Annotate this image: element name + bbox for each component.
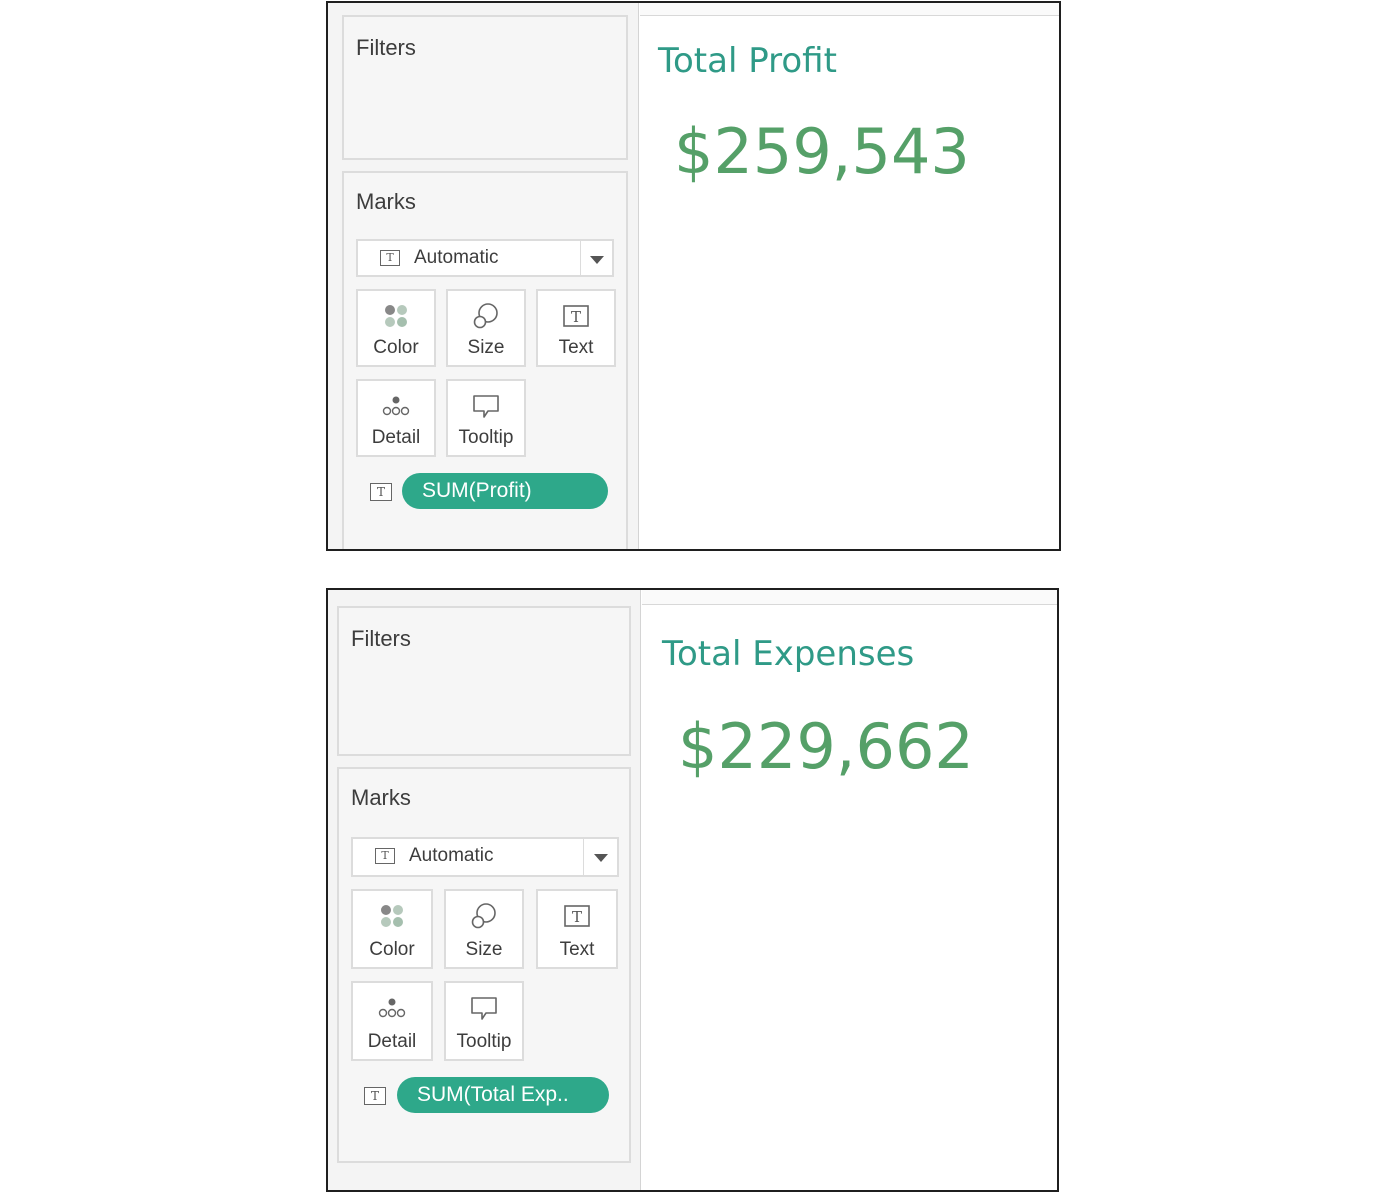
dropdown-divider	[583, 839, 584, 875]
view-area: Total Profit $259,543	[640, 3, 1059, 549]
text-label: Text	[559, 939, 595, 960]
size-circles-icon	[473, 303, 498, 329]
mark-type-label: Automatic	[414, 247, 499, 268]
sum-total-expenses-pill[interactable]: SUM(Total Exp..	[397, 1077, 609, 1113]
filters-card[interactable]: Filters	[342, 15, 628, 160]
size-button[interactable]: Size	[444, 889, 524, 969]
detail-dots-icon	[378, 998, 406, 1018]
filters-title: Filters	[356, 35, 416, 60]
marks-title: Marks	[356, 189, 416, 214]
expenses-screenshot: Filters Marks T Automatic Color Size T T…	[326, 588, 1059, 1192]
dropdown-divider	[580, 241, 581, 275]
size-label: Size	[467, 337, 505, 358]
mark-type-dropdown[interactable]: T Automatic	[351, 837, 619, 877]
profit-screenshot: Filters Marks T Automatic Color Size T T…	[326, 1, 1061, 551]
filters-card[interactable]: Filters	[337, 606, 631, 756]
text-box-icon: T	[564, 905, 590, 927]
text-button[interactable]: T Text	[536, 289, 616, 367]
tooltip-bubble-icon	[473, 395, 499, 418]
text-box-icon: T	[563, 305, 589, 327]
mark-type-dropdown[interactable]: T Automatic	[356, 239, 614, 277]
view-area: Total Expenses $229,662	[642, 590, 1057, 1190]
detail-label: Detail	[371, 427, 421, 448]
text-type-icon: T	[375, 848, 395, 864]
color-button[interactable]: Color	[351, 889, 433, 969]
tooltip-button[interactable]: Tooltip	[444, 981, 524, 1061]
marks-card: Marks T Automatic Color Size T Text Deta…	[342, 171, 628, 549]
color-label: Color	[373, 337, 419, 358]
size-circles-icon	[471, 903, 496, 929]
svg-text:T: T	[572, 908, 582, 926]
text-label: Text	[558, 337, 594, 358]
view-title: Total Profit	[658, 41, 837, 81]
view-title: Total Expenses	[662, 634, 915, 674]
tooltip-bubble-icon	[471, 997, 497, 1020]
filters-title: Filters	[351, 626, 411, 651]
detail-label: Detail	[367, 1031, 417, 1052]
sum-profit-pill[interactable]: SUM(Profit)	[402, 473, 608, 509]
tooltip-label: Tooltip	[458, 427, 514, 448]
mark-type-label: Automatic	[409, 845, 494, 866]
color-dots-icon	[381, 905, 403, 927]
view-top-rule	[640, 3, 1059, 16]
shelves-panel: Filters Marks T Automatic Color Size T T…	[328, 3, 639, 549]
size-button[interactable]: Size	[446, 289, 526, 367]
marks-card: Marks T Automatic Color Size T Text Deta…	[337, 767, 631, 1163]
text-encoding-icon: T	[364, 1087, 386, 1105]
color-label: Color	[369, 939, 415, 960]
text-button[interactable]: T Text	[536, 889, 618, 969]
tooltip-button[interactable]: Tooltip	[446, 379, 526, 457]
svg-text:T: T	[571, 308, 581, 326]
shelves-panel: Filters Marks T Automatic Color Size T T…	[328, 590, 641, 1190]
detail-dots-icon	[382, 396, 410, 416]
total-value: $229,662	[678, 710, 974, 783]
view-top-rule	[642, 590, 1057, 605]
size-label: Size	[465, 939, 503, 960]
text-type-icon: T	[380, 250, 400, 266]
total-value: $259,543	[674, 115, 970, 188]
chevron-down-icon	[590, 256, 604, 264]
detail-button[interactable]: Detail	[356, 379, 436, 457]
detail-button[interactable]: Detail	[351, 981, 433, 1061]
tooltip-label: Tooltip	[456, 1031, 512, 1052]
marks-title: Marks	[351, 785, 411, 810]
color-dots-icon	[385, 305, 407, 327]
chevron-down-icon	[594, 854, 608, 862]
color-button[interactable]: Color	[356, 289, 436, 367]
text-encoding-icon: T	[370, 483, 392, 501]
